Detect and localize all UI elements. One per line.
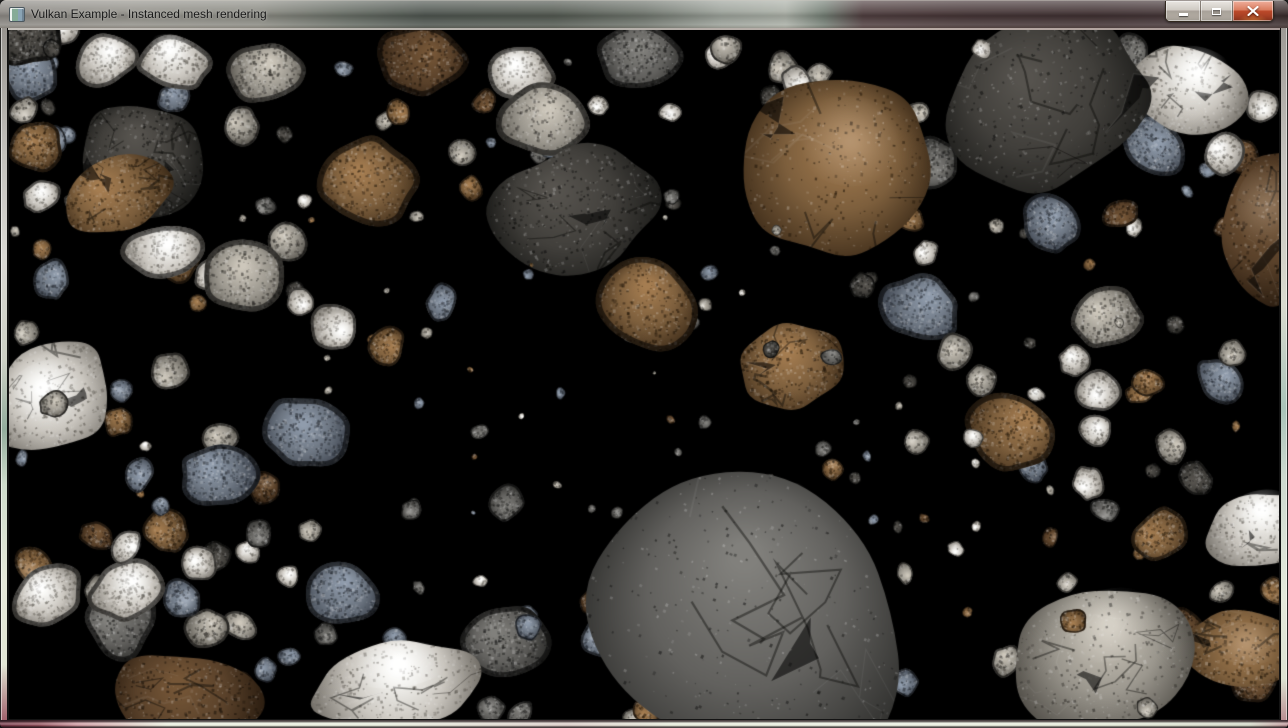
caption-button-group — [1165, 1, 1274, 22]
close-icon — [1247, 6, 1259, 16]
app-icon — [9, 7, 25, 22]
close-button[interactable] — [1233, 1, 1273, 21]
window-frame-left[interactable] — [0, 28, 8, 720]
titlebar[interactable]: Vulkan Example - Instanced mesh renderin… — [0, 0, 1288, 28]
vulkan-example-window: Vulkan Example - Instanced mesh renderin… — [0, 0, 1288, 728]
minimize-icon — [1179, 13, 1188, 16]
window-frame-right[interactable] — [1280, 28, 1288, 720]
maximize-icon — [1212, 8, 1221, 15]
render-viewport[interactable] — [8, 28, 1280, 720]
maximize-button[interactable] — [1200, 1, 1233, 21]
window-frame-bottom[interactable] — [0, 720, 1288, 728]
minimize-button[interactable] — [1166, 1, 1200, 21]
scene-canvas[interactable] — [8, 28, 1280, 720]
window-title: Vulkan Example - Instanced mesh renderin… — [31, 1, 267, 29]
